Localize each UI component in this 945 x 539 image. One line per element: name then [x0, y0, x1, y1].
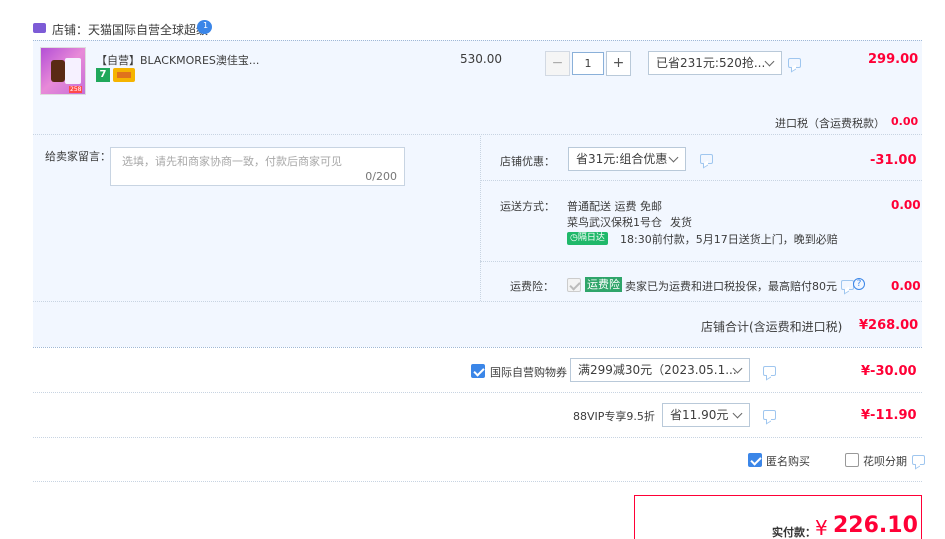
shipping-ship-note: 发货	[670, 216, 692, 229]
product-title[interactable]: 【自营】BLACKMORES澳佳宝...	[96, 52, 259, 68]
message-label: 给卖家留言：	[45, 150, 111, 163]
payment-label: 实付款：	[772, 526, 816, 539]
thumb-price: 258	[69, 86, 83, 93]
divider	[480, 180, 922, 181]
chat-icon[interactable]	[700, 154, 713, 164]
message-placeholder: 选填，请先和商家协商一致，付款后商家可见	[122, 155, 342, 168]
coupon-checkbox[interactable]	[471, 364, 485, 378]
huabei-label[interactable]: 花呗分期	[863, 453, 907, 469]
coupon-value: ¥-30.00	[861, 364, 917, 379]
shop-discount-label: 店铺优惠：	[500, 155, 555, 168]
divider	[33, 347, 922, 348]
message-counter: 0/200	[365, 170, 397, 183]
decrease-button[interactable]: −	[545, 51, 570, 76]
insurance-tag: 运费险	[585, 277, 622, 292]
insurance-label: 运费险：	[510, 280, 554, 293]
shop-discount-value: -31.00	[870, 153, 917, 168]
shipping-label: 运送方式：	[500, 200, 555, 213]
shop-discount-select-value: 省31元:组合优惠	[576, 152, 668, 166]
chevron-down-icon	[732, 408, 743, 419]
increase-button[interactable]: +	[606, 51, 631, 76]
divider	[33, 481, 922, 482]
quantity-input[interactable]: 1	[572, 52, 604, 75]
quantity-stepper: − 1 +	[545, 51, 631, 76]
divider	[33, 392, 922, 393]
coupon-select[interactable]: 满299减30元（2023.05.1...	[570, 358, 750, 382]
product-box-icon	[65, 58, 81, 84]
shop-total-value: ¥268.00	[859, 318, 919, 333]
anonymous-checkbox[interactable]	[748, 453, 762, 467]
divider	[33, 134, 922, 135]
vip-label: 88VIP专享9.5折	[573, 410, 655, 423]
delivery-promise: 18:30前付款，5月17日送货上门，晚到必赔	[620, 233, 838, 246]
payment-amount: 226.10	[833, 513, 918, 538]
divider	[480, 261, 922, 262]
shop-name[interactable]: 天猫国际自营全球超级	[88, 21, 208, 38]
shop-header: 店铺： 天猫国际自营全球超级 1	[33, 20, 433, 38]
next-day-tag: ◷隔日达	[567, 232, 608, 245]
message-input[interactable]: 选填，请先和商家协商一致，付款后商家可见 0/200	[110, 147, 405, 186]
payment-box: 实付款： ¥ 226.10	[634, 495, 922, 539]
shipping-warehouse: 菜鸟武汉保税1号仓	[567, 216, 662, 229]
next-day-tag-text: 隔日达	[577, 233, 605, 243]
vip-value: ¥-11.90	[861, 408, 917, 423]
product-thumbnail[interactable]: 258	[40, 47, 86, 95]
payment-currency: ¥	[815, 516, 828, 539]
shipping-method: 普通配送 运费 免邮	[567, 200, 662, 213]
chat-icon[interactable]	[841, 280, 854, 290]
divider	[33, 301, 922, 302]
unit-price: 530.00	[460, 52, 502, 66]
divider	[33, 437, 922, 438]
insurance-value: 0.00	[891, 279, 921, 293]
shop-label: 店铺：	[52, 23, 89, 37]
shop-discount-select[interactable]: 省31元:组合优惠	[568, 147, 686, 171]
chat-icon[interactable]	[788, 58, 801, 68]
product-discount-select[interactable]: 已省231元:520抢...	[648, 51, 782, 75]
help-icon[interactable]: ?	[853, 278, 865, 290]
product-bottle-icon	[51, 60, 65, 82]
insurance-text: 卖家已为运费和进口税投保，最高赔付80元	[625, 280, 837, 293]
huabei-checkbox[interactable]	[845, 453, 859, 467]
chat-icon[interactable]	[763, 366, 776, 376]
product-discount-select-value: 已省231元:520抢...	[656, 56, 766, 70]
tmall-global-icon	[33, 23, 46, 33]
vip-select[interactable]: 省11.90元	[662, 403, 750, 427]
shop-total-label: 店铺合计(含运费和进口税)	[701, 320, 843, 334]
vip-select-value: 省11.90元	[670, 408, 729, 422]
chat-icon[interactable]	[763, 410, 776, 420]
chat-bubble-icon[interactable]: 1	[197, 20, 212, 34]
coupon-select-value: 满299减30元（2023.05.1...	[578, 363, 737, 377]
card-payment-icon	[113, 68, 135, 82]
import-tax-label: 进口税（含运费税款）	[775, 117, 885, 130]
chevron-down-icon	[764, 56, 775, 67]
product-subtotal: 299.00	[868, 52, 919, 67]
anonymous-label[interactable]: 匿名购买	[766, 453, 810, 469]
shipping-value: 0.00	[891, 198, 921, 212]
chevron-down-icon	[668, 152, 679, 163]
clock-icon: ◷	[570, 233, 578, 243]
seven-day-return-icon: 7	[96, 68, 110, 82]
import-tax-value: 0.00	[891, 115, 919, 128]
insurance-checkbox	[567, 278, 581, 292]
chat-icon[interactable]	[912, 455, 925, 465]
coupon-label: 国际自营购物券	[490, 366, 567, 379]
